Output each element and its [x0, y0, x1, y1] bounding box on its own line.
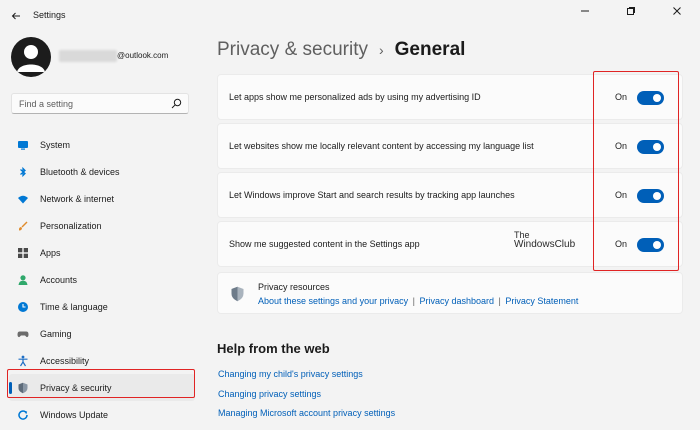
- sidebar-item-label: Bluetooth & devices: [40, 166, 120, 177]
- breadcrumb: Privacy & security › General: [217, 38, 465, 62]
- privacy-resources-title: Privacy resources: [258, 282, 330, 292]
- shield-icon: [17, 382, 29, 394]
- toggle-knob: [653, 94, 661, 102]
- sidebar-item-gaming[interactable]: Gaming: [9, 320, 195, 347]
- setting-label: Let apps show me personalized ads by usi…: [229, 92, 481, 102]
- sidebar-item-personalization[interactable]: Personalization: [9, 212, 195, 239]
- suggested-content-toggle[interactable]: [637, 238, 664, 252]
- bluetooth-icon: [17, 166, 29, 178]
- breadcrumb-parent[interactable]: Privacy & security: [217, 39, 368, 61]
- search-icon[interactable]: [171, 98, 182, 109]
- setting-card-suggested-content: Show me suggested content in the Setting…: [217, 221, 683, 267]
- breadcrumb-separator: ›: [378, 42, 384, 58]
- toggle-knob: [653, 143, 661, 151]
- language-list-toggle[interactable]: [637, 140, 664, 154]
- restore-icon: [627, 7, 635, 15]
- advertising-id-toggle[interactable]: [637, 91, 664, 105]
- user-profile[interactable]: @outlook.com: [11, 37, 201, 79]
- sidebar-item-label: Gaming: [40, 328, 72, 339]
- link-separator: |: [412, 296, 415, 306]
- sidebar-item-bluetooth[interactable]: Bluetooth & devices: [9, 158, 195, 185]
- watermark-line-2: WindowsClub: [514, 239, 576, 250]
- app-launch-tracking-toggle[interactable]: [637, 189, 664, 203]
- sidebar-item-label: Windows Update: [40, 409, 109, 420]
- sidebar-item-label: Accessibility: [40, 355, 90, 366]
- setting-label: Let Windows improve Start and search res…: [229, 190, 515, 200]
- sidebar-nav: System Bluetooth & devices Network & int…: [9, 131, 195, 428]
- person-silhouette-icon: [11, 37, 51, 77]
- toggle-state-label: On: [615, 190, 628, 200]
- privacy-dashboard-link[interactable]: Privacy dashboard: [419, 296, 494, 306]
- toggle-knob: [653, 192, 661, 200]
- sidebar-item-privacy-security[interactable]: Privacy & security: [9, 374, 195, 401]
- toggle-state-label: On: [615, 92, 628, 102]
- back-button[interactable]: [6, 6, 26, 26]
- person-icon: [17, 274, 29, 286]
- toggle-state-label: On: [615, 141, 628, 151]
- close-icon: [673, 7, 681, 15]
- help-heading: Help from the web: [217, 341, 330, 356]
- help-link-account-privacy[interactable]: Managing Microsoft account privacy setti…: [218, 408, 395, 418]
- toggle-knob: [653, 241, 661, 249]
- sidebar-item-time-language[interactable]: Time & language: [9, 293, 195, 320]
- sidebar-item-label: Apps: [40, 247, 61, 258]
- privacy-statement-link[interactable]: Privacy Statement: [505, 296, 578, 306]
- blurred-user-name: [59, 50, 117, 62]
- maximize-button[interactable]: [608, 0, 654, 22]
- sidebar-item-label: Personalization: [40, 220, 102, 231]
- sidebar-item-label: Accounts: [40, 274, 78, 285]
- privacy-resources-links: About these settings and your privacy | …: [258, 296, 578, 306]
- setting-label: Show me suggested content in the Setting…: [229, 239, 420, 249]
- app-title: Settings: [33, 10, 66, 20]
- update-icon: [17, 409, 29, 421]
- monitor-icon: [17, 139, 29, 151]
- search-box[interactable]: [11, 93, 189, 114]
- shield-icon: [231, 286, 244, 302]
- help-link-changing-privacy[interactable]: Changing privacy settings: [218, 389, 321, 399]
- gamepad-icon: [17, 328, 29, 340]
- sidebar-item-label: Time & language: [40, 301, 108, 312]
- sidebar-item-accessibility[interactable]: Accessibility: [9, 347, 195, 374]
- sidebar-item-windows-update[interactable]: Windows Update: [9, 401, 195, 428]
- about-settings-privacy-link[interactable]: About these settings and your privacy: [258, 296, 408, 306]
- window-controls: [562, 0, 700, 22]
- search-input[interactable]: [12, 94, 162, 114]
- sidebar-item-label: System: [40, 139, 71, 150]
- page-title: General: [394, 39, 466, 60]
- setting-card-app-launch-tracking: Let Windows improve Start and search res…: [217, 172, 683, 218]
- close-button[interactable]: [654, 0, 700, 22]
- setting-label: Let websites show me locally relevant co…: [229, 141, 534, 151]
- windowsclub-watermark: The WindowsClub: [514, 230, 575, 250]
- sidebar-item-label: Network & internet: [40, 193, 115, 204]
- accessibility-icon: [17, 355, 29, 367]
- back-arrow-icon: [11, 12, 20, 20]
- minimize-icon: [581, 10, 589, 12]
- avatar: [11, 37, 51, 77]
- sidebar-item-label: Privacy & security: [40, 382, 112, 393]
- toggle-state-label: On: [615, 239, 628, 249]
- sidebar-item-network[interactable]: Network & internet: [9, 185, 195, 212]
- privacy-resources-card: Privacy resources About these settings a…: [217, 272, 683, 314]
- user-email: @outlook.com: [117, 51, 169, 60]
- globe-clock-icon: [17, 301, 29, 313]
- help-link-child-privacy[interactable]: Changing my child's privacy settings: [218, 369, 363, 379]
- sidebar-item-apps[interactable]: Apps: [9, 239, 195, 266]
- sidebar-item-system[interactable]: System: [9, 131, 195, 158]
- minimize-button[interactable]: [562, 0, 608, 22]
- setting-card-advertising-id: Let apps show me personalized ads by usi…: [217, 74, 683, 120]
- link-separator: |: [498, 296, 501, 306]
- settings-window: Settings @outlook.com Find a setting Sys…: [0, 0, 700, 430]
- wifi-icon: [17, 193, 29, 205]
- sidebar-item-accounts[interactable]: Accounts: [9, 266, 195, 293]
- title-bar: Settings: [0, 0, 700, 30]
- setting-card-language-list: Let websites show me locally relevant co…: [217, 123, 683, 169]
- brush-icon: [17, 220, 29, 232]
- apps-icon: [17, 247, 29, 259]
